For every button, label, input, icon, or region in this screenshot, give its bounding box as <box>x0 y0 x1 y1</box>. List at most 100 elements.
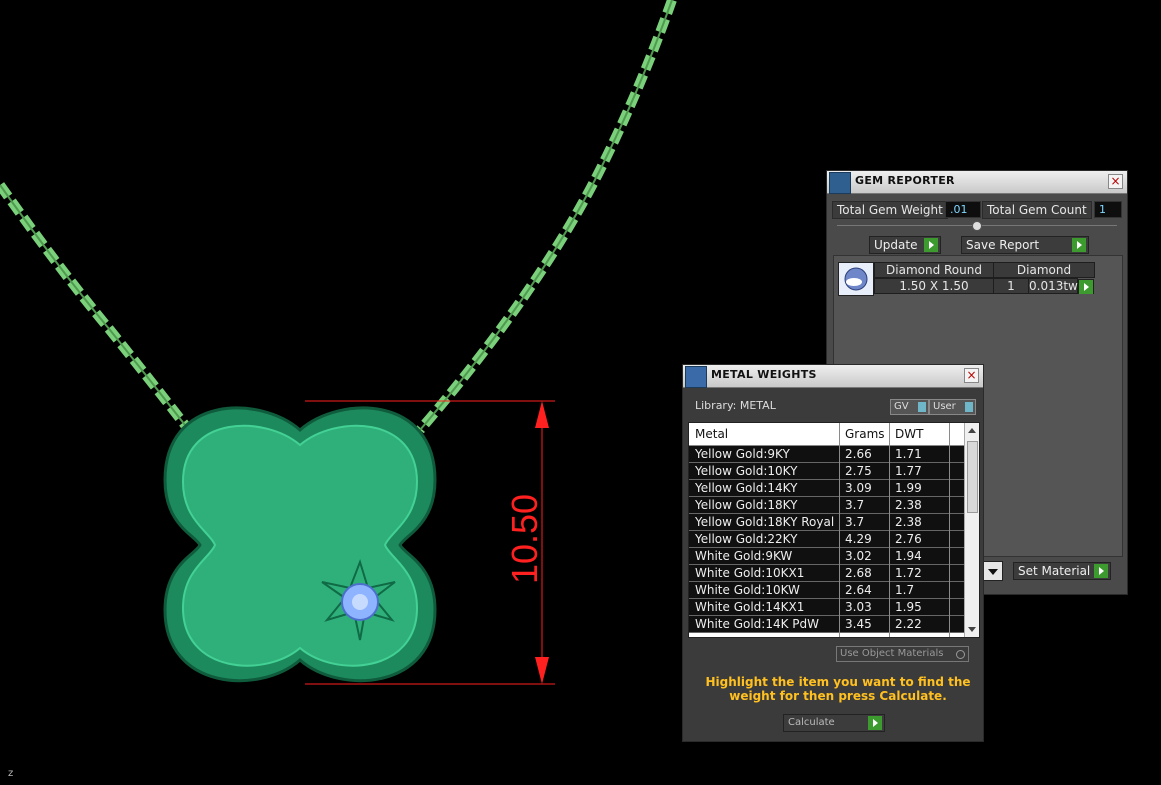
metal-name: White Gold:14KX1 <box>695 600 805 614</box>
table-row[interactable]: Yellow Gold:14KY 3.09 1.99 <box>689 480 964 497</box>
gem-reporter-icon <box>829 172 851 194</box>
set-material-button[interactable]: Set Material <box>1013 562 1111 580</box>
column-header-dwt[interactable]: DWT <box>895 427 923 441</box>
table-row[interactable]: White Gold:10KX1 2.68 1.72 <box>689 565 964 582</box>
play-icon <box>1079 280 1093 294</box>
total-gem-weight-value: .01 <box>945 201 981 218</box>
metal-dwt: 1.99 <box>895 481 922 495</box>
scroll-down-icon[interactable] <box>968 627 976 632</box>
metal-name: White Gold:10KX1 <box>695 566 805 580</box>
metal-name: White Gold:14K PdW <box>695 617 820 631</box>
update-button[interactable]: Update <box>869 236 941 254</box>
gem-weight: 0.013tw <box>1028 278 1078 294</box>
close-icon[interactable]: × <box>964 368 979 383</box>
metal-grams: 4.29 <box>845 532 872 546</box>
table-row[interactable]: Yellow Gold:18KY Royal 3.7 2.38 <box>689 514 964 531</box>
metal-grams: 3.45 <box>845 617 872 631</box>
dimension-label: 10.50 <box>504 493 545 585</box>
column-divider <box>889 423 890 637</box>
metal-grams: 3.7 <box>845 498 865 512</box>
play-icon <box>1072 238 1086 252</box>
splitter-knob-icon[interactable] <box>972 221 982 231</box>
play-icon <box>924 238 938 252</box>
metal-name: Yellow Gold:18KY Royal <box>695 515 835 529</box>
chevron-down-icon <box>988 569 998 575</box>
save-report-button[interactable]: Save Report <box>961 236 1089 254</box>
metal-weights-icon <box>685 366 707 388</box>
metal-grams: 3.03 <box>845 600 872 614</box>
save-report-label: Save Report <box>966 238 1040 252</box>
axis-label: z <box>8 768 14 779</box>
gem-reporter-title: GEM REPORTER <box>855 174 955 187</box>
toggle-icon <box>918 402 926 412</box>
set-material-label: Set Material <box>1018 564 1091 578</box>
close-icon[interactable]: × <box>1108 174 1123 189</box>
metal-name: Yellow Gold:14KY <box>695 481 798 495</box>
gem-size: 1.50 X 1.50 <box>874 278 994 294</box>
metal-grams: 3.09 <box>845 481 872 495</box>
column-header-metal[interactable]: Metal <box>695 427 728 441</box>
metal-grams: 3.7 <box>845 515 865 529</box>
table-row[interactable]: White Gold:9KW 3.02 1.94 <box>689 548 964 565</box>
metal-grams: 3.02 <box>845 549 872 563</box>
play-icon <box>1094 564 1108 578</box>
user-toggle[interactable]: User <box>929 399 976 415</box>
gem-highlight <box>352 594 368 610</box>
metal-grams: 2.68 <box>845 566 872 580</box>
metal-table-scrollbar[interactable] <box>964 423 979 637</box>
user-label: User <box>933 401 956 412</box>
metal-dwt: 1.71 <box>895 447 922 461</box>
total-gem-weight-label: Total Gem Weight <box>832 201 948 219</box>
metal-grams: 2.75 <box>845 464 872 478</box>
metal-name: Yellow Gold:9KY <box>695 447 790 461</box>
material-dropdown[interactable] <box>983 561 1003 581</box>
gem-name: Diamond Round <box>874 262 994 278</box>
table-row[interactable]: Yellow Gold:10KY 2.75 1.77 <box>689 463 964 480</box>
gem-list-item[interactable]: Diamond Round Diamond 1.50 X 1.50 1 0.01… <box>838 262 1095 296</box>
table-row[interactable]: White Gold:10KW 2.64 1.7 <box>689 582 964 599</box>
diamond-thumbnail-icon <box>838 262 874 296</box>
calculate-label: Calculate <box>788 717 835 728</box>
play-icon <box>868 716 882 730</box>
library-label: Library: METAL <box>695 399 776 412</box>
instruction-text: Highlight the item you want to find the … <box>705 675 971 703</box>
gem-go-button[interactable] <box>1078 279 1094 294</box>
metal-name: White Gold:10KW <box>695 583 800 597</box>
metal-grams: 2.66 <box>845 447 872 461</box>
metal-dwt: 1.77 <box>895 464 922 478</box>
quatrefoil-pendant[interactable] <box>163 406 437 683</box>
total-gem-count-label: Total Gem Count <box>982 201 1092 219</box>
metal-weights-titlebar[interactable]: METAL WEIGHTS × <box>683 365 983 388</box>
metal-table: Metal Grams DWT Yellow Gold:9KY 2.66 1.71 Y… <box>688 422 980 638</box>
metal-name: White Gold:9KW <box>695 549 793 563</box>
calculate-button[interactable]: Calculate <box>783 714 885 732</box>
gem-material: Diamond <box>993 262 1095 278</box>
gv-toggle[interactable]: GV <box>890 399 929 415</box>
total-gem-count-value: 1 <box>1094 201 1122 218</box>
metal-dwt: 1.95 <box>895 600 922 614</box>
table-row[interactable]: Yellow Gold:18KY 3.7 2.38 <box>689 497 964 514</box>
metal-dwt: 2.38 <box>895 515 922 529</box>
metal-weights-panel: METAL WEIGHTS × Library: METAL GV User M… <box>682 364 984 742</box>
use-object-materials-toggle[interactable]: Use Object Materials <box>836 646 969 662</box>
metal-dwt: 1.94 <box>895 549 922 563</box>
toggle-icon <box>965 402 973 412</box>
column-header-grams[interactable]: Grams <box>845 427 885 441</box>
update-label: Update <box>874 238 918 252</box>
metal-name: Yellow Gold:18KY <box>695 498 798 512</box>
metal-dwt: 2.76 <box>895 532 922 546</box>
metal-dwt: 2.22 <box>895 617 922 631</box>
metal-table-header: Metal Grams DWT <box>689 423 964 446</box>
gem-reporter-titlebar[interactable]: GEM REPORTER × <box>827 171 1127 194</box>
scroll-up-icon[interactable] <box>968 428 976 433</box>
table-row[interactable]: Yellow Gold:9KY 2.66 1.71 <box>689 446 964 463</box>
table-row[interactable]: White Gold:14K PdW 3.45 2.22 <box>689 616 964 633</box>
table-row[interactable]: Yellow Gold:22KY 4.29 2.76 <box>689 531 964 548</box>
column-divider <box>839 423 840 637</box>
metal-name: Yellow Gold:22KY <box>695 532 798 546</box>
scroll-thumb[interactable] <box>967 441 978 513</box>
table-row[interactable]: White Gold:14KX1 3.03 1.95 <box>689 599 964 616</box>
metal-grams: 2.64 <box>845 583 872 597</box>
metal-dwt: 2.38 <box>895 498 922 512</box>
gv-label: GV <box>894 401 909 412</box>
